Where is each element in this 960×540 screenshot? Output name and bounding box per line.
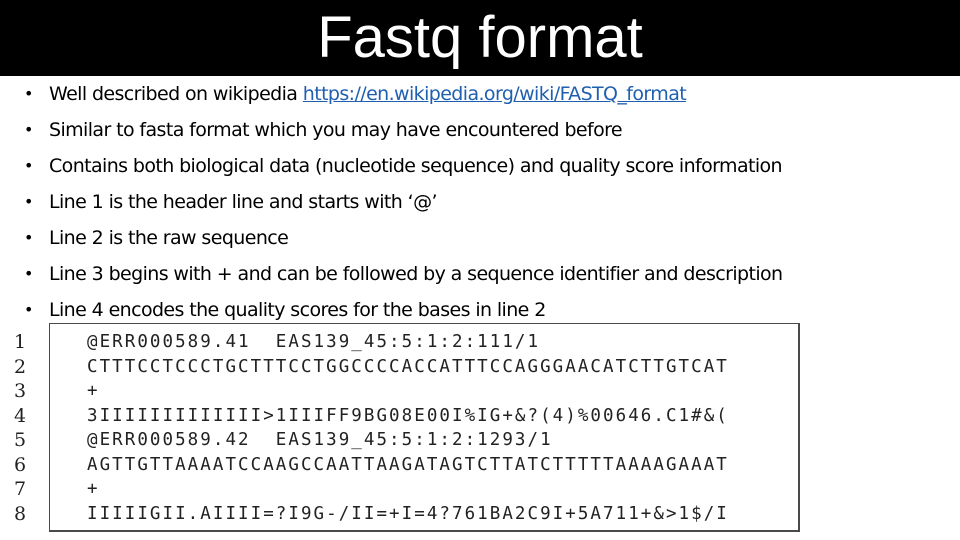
bullet-text: Line 1 is the header line and starts wit… — [49, 191, 438, 213]
line-number: 2 — [14, 355, 27, 378]
fastq-quality-line: IIIIIGII.AIIII=?I9G-/II=+I=4?761BA2C9I+5… — [87, 503, 729, 524]
fastq-separator-line: + — [87, 479, 100, 499]
line-number: 8 — [14, 502, 27, 525]
fastq-quality-line: 3IIIIIIIIIIIII>1IIIFF9BG08E00I%IG+&?(4)%… — [87, 405, 729, 426]
fastq-sequence-line: CTTTCCTCCCTGCTTTCCTGGCCCCACCATTTCCAGGGAA… — [87, 356, 729, 377]
bullet-text: Line 3 begins with + and can be followed… — [49, 263, 783, 285]
bullet-item: • Line 3 begins with + and can be follow… — [0, 256, 960, 292]
line-number: 5 — [14, 429, 27, 451]
bullet-icon: • — [24, 228, 34, 247]
bullet-item: • Line 1 is the header line and starts w… — [0, 184, 960, 220]
bullet-item: • Contains both biological data (nucleot… — [0, 148, 960, 184]
fastq-separator-line: + — [87, 381, 100, 401]
bullet-text: Similar to fasta format which you may ha… — [49, 119, 623, 141]
bullet-item: • Similar to fasta format which you may … — [0, 112, 960, 148]
line-number: 4 — [14, 404, 27, 427]
bullet-icon: • — [24, 192, 34, 211]
slide-title: Fastq format — [317, 5, 643, 70]
bullet-icon: • — [24, 120, 34, 139]
line-number: 1 — [14, 331, 27, 353]
bullet-text: Well described on wikipedia https://en.w… — [49, 83, 687, 105]
fastq-header-line: @ERR000589.41 EAS139_45:5:1:2:111/1 — [87, 332, 541, 352]
bullet-text: Contains both biological data (nucleotid… — [49, 155, 783, 177]
title-bar: Fastq format — [0, 0, 960, 76]
bullet-icon: • — [24, 84, 34, 103]
fastq-header-line: @ERR000589.42 EAS139_45:5:1:2:1293/1 — [87, 430, 553, 450]
bullet-icon: • — [24, 300, 34, 319]
bullet-icon: • — [24, 156, 34, 175]
line-number: 6 — [14, 453, 27, 476]
fastq-sequence-line: AGTTGTTAAAATCCAAGCCAATTAAGATAGTCTTATCTTT… — [87, 454, 729, 475]
bullet-text: Line 2 is the raw sequence — [49, 227, 289, 249]
line-number: 7 — [14, 478, 27, 500]
bullet-item: • Line 2 is the raw sequence — [0, 220, 960, 256]
bullet-icon: • — [24, 264, 34, 283]
bullet-item: • Well described on wikipedia https://en… — [0, 76, 960, 112]
line-number: 3 — [14, 380, 27, 402]
wikipedia-link[interactable]: https://en.wikipedia.org/wiki/FASTQ_form… — [303, 83, 687, 105]
